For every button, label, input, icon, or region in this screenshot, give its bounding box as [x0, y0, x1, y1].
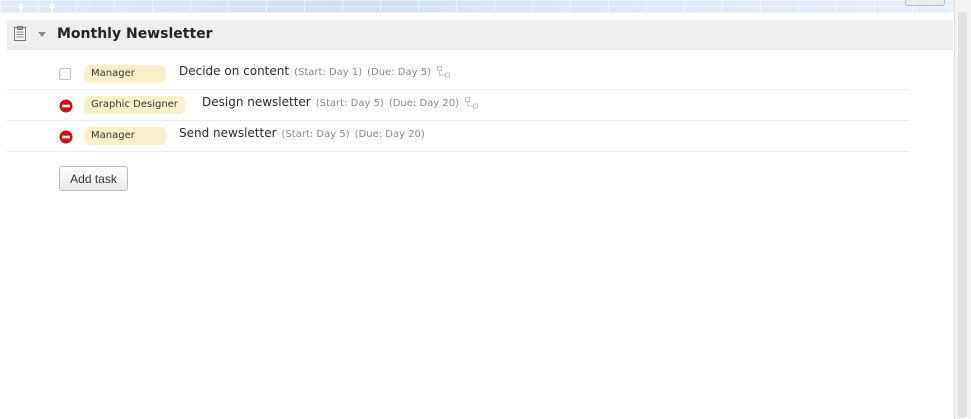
task-title-link[interactable]: Design newsletter: [202, 95, 311, 109]
blocked-icon: [59, 130, 73, 144]
add-task-button[interactable]: Add task: [59, 166, 128, 191]
dependency-icon[interactable]: [465, 96, 479, 109]
task-due: (Due: Day 5): [367, 67, 431, 78]
triangle-down-icon[interactable]: [38, 32, 46, 37]
task-name-group: Send newsletter (Start: Day 5) (Due: Day 2…: [179, 126, 425, 140]
task-due: (Due: Day 20): [354, 129, 425, 140]
role-badge[interactable]: Manager: [84, 65, 166, 83]
role-badge[interactable]: Manager: [84, 127, 166, 145]
task-title-link[interactable]: Decide on content: [179, 64, 289, 78]
scrollbar[interactable]: [954, 0, 971, 419]
section-title: Monthly Newsletter: [57, 26, 213, 42]
task-start: (Start: Day 1): [294, 67, 363, 78]
role-badge[interactable]: Graphic Designer: [84, 96, 185, 114]
top-banner: [0, 0, 955, 13]
task-start: (Start: Day 5): [315, 98, 384, 109]
task-row[interactable]: Manager Send newsletter (Start: Day 5) (Due…: [7, 121, 909, 152]
dependency-icon[interactable]: [436, 65, 451, 78]
top-right-button[interactable]: [905, 0, 945, 6]
scrollbar-thumb[interactable]: [958, 12, 967, 417]
task-title-link[interactable]: Send newsletter: [179, 126, 277, 140]
task-name-group: Design newsletter (Start: Day 5) (Due: Day…: [202, 95, 479, 109]
clipboard-icon: [14, 26, 26, 41]
section-header: Monthly Newsletter: [7, 20, 953, 50]
task-name-group: Decide on content (Start: Day 1) (Due: Day…: [179, 64, 451, 78]
task-checkbox[interactable]: [59, 68, 71, 80]
task-row[interactable]: Graphic Designer Design newsletter (Start:…: [7, 90, 909, 121]
blocked-icon: [59, 99, 73, 113]
task-start: (Start: Day 5): [281, 129, 350, 140]
task-due: (Due: Day 20): [388, 98, 460, 109]
task-row[interactable]: Manager Decide on content (Start: Day 1) (D…: [7, 59, 909, 90]
